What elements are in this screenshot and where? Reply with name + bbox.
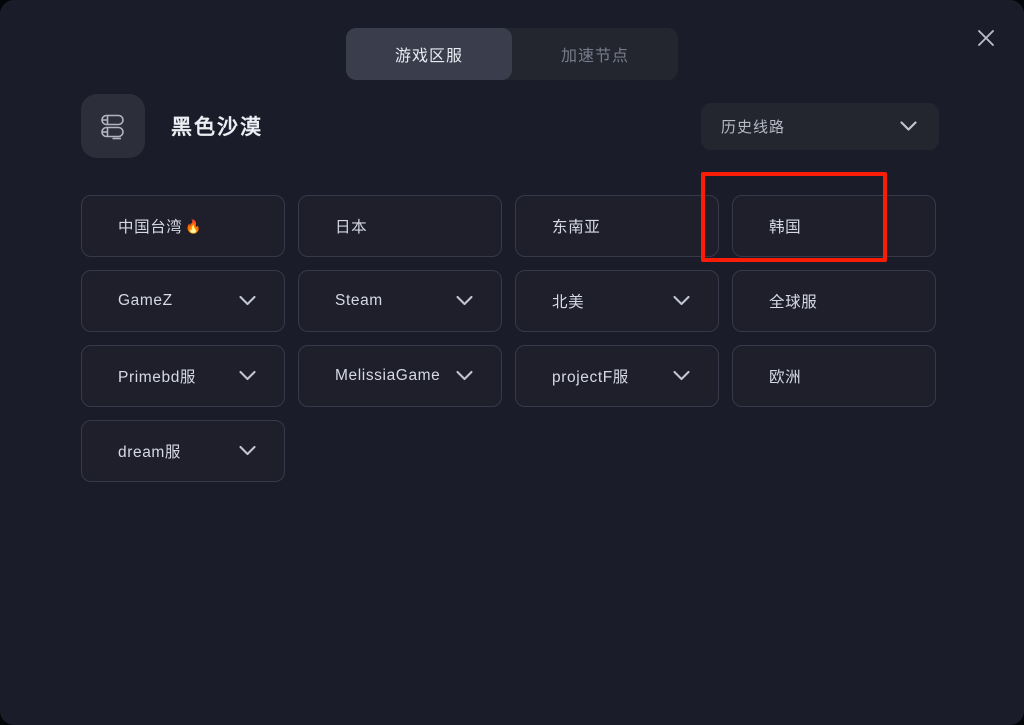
server-button[interactable]: 东南亚	[515, 195, 719, 257]
tab-game-regions-label: 游戏区服	[394, 48, 463, 65]
server-button[interactable]: GameZ	[81, 270, 285, 332]
server-row: dream服	[81, 420, 961, 482]
server-button[interactable]: dream服	[81, 420, 285, 482]
server-button-label: Steam	[335, 292, 383, 309]
tab-game-regions[interactable]: 游戏区服	[346, 28, 512, 80]
server-button-label: 东南亚	[552, 219, 601, 236]
server-button[interactable]: 日本	[298, 195, 502, 257]
server-button-label: GameZ	[118, 292, 173, 309]
server-button-label: 中国台湾 🔥	[118, 218, 203, 236]
server-button[interactable]: 中国台湾 🔥	[81, 195, 285, 257]
server-button[interactable]: MelissiaGame	[298, 345, 502, 407]
chevron-down-icon	[239, 295, 256, 306]
server-button[interactable]: 北美	[515, 270, 719, 332]
game-header: 黑色沙漠	[81, 94, 263, 158]
close-icon	[978, 30, 994, 46]
chevron-down-icon	[673, 370, 690, 381]
chevron-down-icon	[900, 121, 917, 131]
server-button-label: 北美	[552, 294, 585, 311]
server-button[interactable]: Steam	[298, 270, 502, 332]
server-button-label: 全球服	[769, 294, 818, 311]
server-button[interactable]: Primebd服	[81, 345, 285, 407]
server-row: 中国台湾 🔥 日本 东南亚 韩国	[81, 195, 961, 257]
chevron-down-icon	[673, 295, 690, 306]
chevron-down-icon	[239, 370, 256, 381]
server-button[interactable]: 全球服	[732, 270, 936, 332]
history-route-dropdown[interactable]: 历史线路	[701, 103, 939, 150]
page-title: 黑色沙漠	[171, 116, 263, 139]
server-row: GameZ Steam 北美 全球服	[81, 270, 961, 332]
server-button[interactable]: 韩国	[732, 195, 936, 257]
chevron-down-icon	[456, 370, 473, 381]
server-grid: 中国台湾 🔥 日本 东南亚 韩国 GameZ Steam 北美 全球服 Primebd服 Melis…	[81, 195, 961, 495]
game-logo-glyph	[101, 114, 124, 140]
server-button-label: 韩国	[769, 219, 802, 236]
server-button-label: 日本	[335, 219, 368, 236]
tab-accel-nodes[interactable]: 加速节点	[512, 28, 678, 80]
mode-tabbar: 游戏区服 加速节点	[346, 28, 678, 80]
server-button[interactable]: projectF服	[515, 345, 719, 407]
chevron-down-icon	[456, 295, 473, 306]
server-button-label: dream服	[118, 444, 182, 461]
close-button[interactable]	[970, 22, 1002, 54]
server-button-label: MelissiaGame	[335, 367, 441, 384]
server-row: Primebd服 MelissiaGame projectF服 欧洲	[81, 345, 961, 407]
game-logo-icon	[81, 94, 145, 158]
server-button-label: projectF服	[552, 369, 629, 386]
hot-flame-icon: 🔥	[185, 218, 203, 234]
server-button-label: 欧洲	[769, 369, 802, 386]
history-route-label: 历史线路	[721, 119, 786, 136]
chevron-down-icon	[239, 445, 256, 456]
tab-accel-nodes-label: 加速节点	[560, 48, 629, 65]
server-button-label: Primebd服	[118, 369, 197, 386]
region-selector-dialog: 游戏区服 加速节点 黑色沙漠 历史线路 中国台湾 🔥 日本 东南亚 韩国 Gam…	[0, 0, 1024, 725]
server-button[interactable]: 欧洲	[732, 345, 936, 407]
